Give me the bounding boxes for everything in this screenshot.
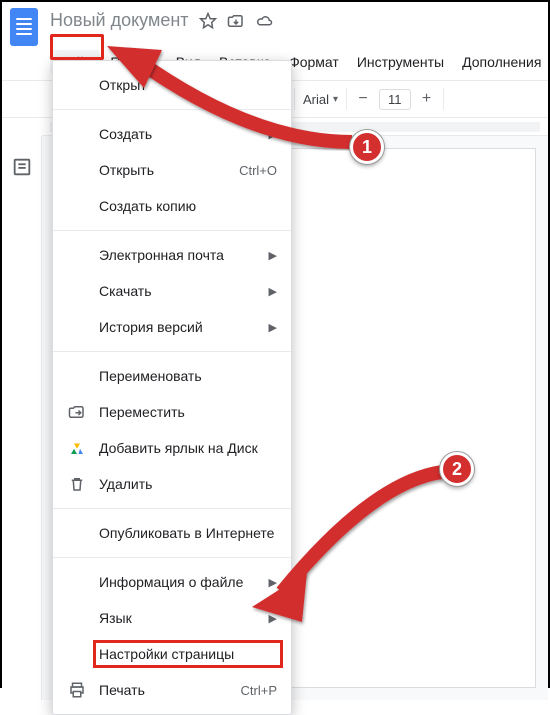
menu-item-label: Создать (99, 126, 261, 142)
menu-item-label: Настройки страницы (99, 646, 277, 662)
drive-icon (67, 438, 87, 458)
menu-item-make-copy[interactable]: Создать копию (53, 188, 291, 224)
submenu-arrow-icon: ▶ (269, 576, 277, 589)
move-to-drive-icon[interactable] (227, 12, 245, 30)
cloud-status-icon[interactable] (255, 12, 273, 30)
menu-item-label: Электронная почта (99, 247, 261, 263)
folder-move-icon (67, 402, 87, 422)
menu-item-label: Создать копию (99, 198, 277, 214)
menu-item-label: Открыт (99, 77, 277, 93)
submenu-arrow-icon: ▶ (269, 249, 277, 262)
menu-item-move[interactable]: Переместить (53, 394, 291, 430)
menu-item-delete[interactable]: Удалить (53, 466, 291, 502)
menu-item-print[interactable]: Печать Ctrl+P (53, 672, 291, 708)
menu-item-label: Открыть (99, 162, 229, 178)
menu-shortcut: Ctrl+O (239, 163, 277, 178)
annotation-badge-1: 1 (350, 130, 384, 164)
menu-item-email[interactable]: Электронная почта ▶ (53, 237, 291, 273)
menu-item-label: Опубликовать в Интернете (99, 525, 277, 541)
menu-item-label: Удалить (99, 476, 277, 492)
menu-item-open[interactable]: Открыть Ctrl+O (53, 152, 291, 188)
font-size-value: 11 (388, 92, 402, 107)
annotation-badge-2: 2 (440, 452, 474, 486)
font-size-input[interactable]: 11 (379, 89, 411, 110)
menu-item-page-setup[interactable]: Настройки страницы (53, 636, 291, 672)
file-menu-dropdown: Открыт Создать ▶ Открыть Ctrl+O Создать … (52, 60, 292, 715)
menu-item-label: Переместить (99, 404, 277, 420)
menu-item-label: Переименовать (99, 368, 277, 384)
menu-item-label: Информация о файле (99, 574, 261, 590)
menu-item-language[interactable]: Язык ▶ (53, 600, 291, 636)
chevron-down-icon: ▾ (333, 94, 338, 105)
menu-item-info[interactable]: Информация о файле ▶ (53, 564, 291, 600)
menu-item-version-history[interactable]: История версий ▶ (53, 309, 291, 345)
menu-item-add-shortcut[interactable]: Добавить ярлык на Диск (53, 430, 291, 466)
menu-item-label: Добавить ярлык на Диск (99, 440, 277, 456)
menu-item-download[interactable]: Скачать ▶ (53, 273, 291, 309)
menu-item-label: История версий (99, 319, 261, 335)
submenu-arrow-icon: ▶ (269, 321, 277, 334)
submenu-arrow-icon: ▶ (269, 128, 277, 141)
docs-logo-icon[interactable] (10, 8, 38, 46)
font-family-value: Arial (303, 92, 329, 107)
outline-toggle-icon[interactable] (11, 156, 33, 178)
menu-shortcut: Ctrl+P (241, 683, 277, 698)
print-icon (67, 680, 87, 700)
menu-addons[interactable]: Дополнения (454, 50, 549, 74)
menu-item-rename[interactable]: Переименовать (53, 358, 291, 394)
menu-item-label: Язык (99, 610, 261, 626)
menu-item-create[interactable]: Создать ▶ (53, 116, 291, 152)
document-title[interactable]: Новый документ (50, 10, 189, 31)
menu-item-open-truncated[interactable]: Открыт (53, 67, 291, 103)
menu-item-publish[interactable]: Опубликовать в Интернете (53, 515, 291, 551)
font-size-decrease-button[interactable]: − (351, 87, 375, 111)
font-size-increase-button[interactable]: + (415, 87, 439, 111)
font-family-selector[interactable]: Arial ▾ (299, 92, 342, 107)
submenu-arrow-icon: ▶ (269, 612, 277, 625)
trash-icon (67, 474, 87, 494)
menu-tools[interactable]: Инструменты (349, 50, 452, 74)
submenu-arrow-icon: ▶ (269, 285, 277, 298)
star-icon[interactable] (199, 12, 217, 30)
menu-item-label: Печать (99, 682, 231, 698)
menu-item-label: Скачать (99, 283, 261, 299)
